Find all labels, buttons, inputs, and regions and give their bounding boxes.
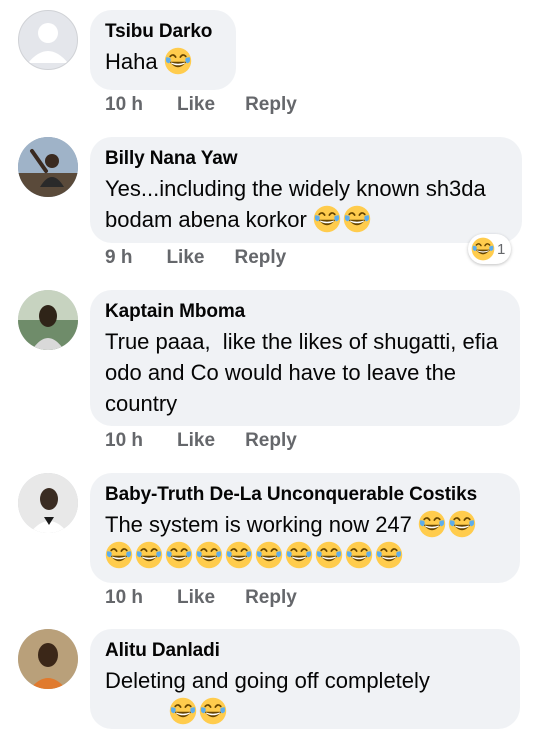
laughing-tears-emoji-icon — [343, 205, 371, 233]
laughing-tears-emoji-icon — [315, 541, 343, 569]
laughing-tears-emoji-icon — [285, 541, 313, 569]
timestamp[interactable]: 10 h — [105, 587, 143, 608]
comment-text: True paaa, like the likes of shugatti, e… — [105, 329, 505, 416]
reply-button[interactable]: Reply — [245, 587, 297, 608]
laughing-tears-emoji-icon — [199, 697, 227, 725]
reply-button[interactable]: Reply — [234, 247, 286, 268]
author-name[interactable]: Kaptain Mboma — [105, 300, 504, 324]
avatar[interactable] — [18, 137, 78, 197]
comment-text: Haha — [105, 46, 220, 77]
author-name[interactable]: Baby-Truth De-La Unconquerable Costiks — [105, 483, 504, 507]
reaction-count: 1 — [497, 240, 506, 258]
like-button[interactable]: Like — [177, 587, 215, 608]
laughing-tears-emoji-icon — [225, 541, 253, 569]
laughing-tears-emoji-icon — [255, 541, 283, 569]
laughing-tears-emoji-icon — [418, 510, 446, 538]
laughing-tears-emoji-icon — [448, 510, 476, 538]
avatar[interactable] — [18, 473, 78, 533]
avatar[interactable] — [18, 10, 78, 70]
like-button[interactable]: Like — [177, 430, 215, 451]
laughing-tears-emoji-icon — [375, 541, 403, 569]
author-name[interactable]: Tsibu Darko — [105, 20, 220, 44]
reply-button[interactable]: Reply — [245, 430, 297, 451]
author-name[interactable]: Billy Nana Yaw — [105, 147, 506, 171]
timestamp[interactable]: 9 h — [105, 247, 132, 268]
reply-button[interactable]: Reply — [245, 94, 297, 115]
avatar[interactable] — [18, 629, 78, 689]
laughing-tears-emoji-icon — [135, 541, 163, 569]
author-name[interactable]: Alitu Danladi — [105, 639, 504, 663]
haha-reaction-icon — [471, 237, 495, 261]
comment-actions: 10 h Like Reply — [105, 94, 327, 116]
laughing-tears-emoji-icon — [345, 541, 373, 569]
laughing-tears-emoji-icon — [195, 541, 223, 569]
comment-bubble: Kaptain Mboma True paaa, like the likes … — [90, 290, 520, 426]
comment-bubble: Alitu Danladi Deleting and going off com… — [90, 629, 520, 729]
comment-actions: 10 h Like Reply — [105, 587, 327, 609]
laughing-tears-emoji-icon — [169, 697, 197, 725]
like-button[interactable]: Like — [166, 247, 204, 268]
comment-bubble: Billy Nana Yaw Yes...including the widel… — [90, 137, 522, 243]
avatar[interactable] — [18, 290, 78, 350]
comment-text: The system is working now 247 — [105, 509, 504, 571]
timestamp[interactable]: 10 h — [105, 94, 143, 115]
laughing-tears-emoji-icon — [165, 541, 193, 569]
laughing-tears-emoji-icon — [313, 205, 341, 233]
like-button[interactable]: Like — [177, 94, 215, 115]
laughing-tears-emoji-icon — [164, 47, 192, 75]
comment-actions: 9 h Like Reply — [105, 247, 316, 269]
laughing-tears-emoji-icon — [105, 541, 133, 569]
comment-actions: 10 h Like Reply — [105, 430, 327, 452]
reaction-badge[interactable]: 1 — [468, 234, 512, 264]
timestamp[interactable]: 10 h — [105, 430, 143, 451]
comment-text: Yes...including the widely known sh3da b… — [105, 176, 492, 233]
comment-bubble: Baby-Truth De-La Unconquerable Costiks T… — [90, 473, 520, 583]
comment-bubble: Tsibu Darko Haha — [90, 10, 236, 90]
comment-text: Deleting and going off completely — [105, 665, 504, 727]
